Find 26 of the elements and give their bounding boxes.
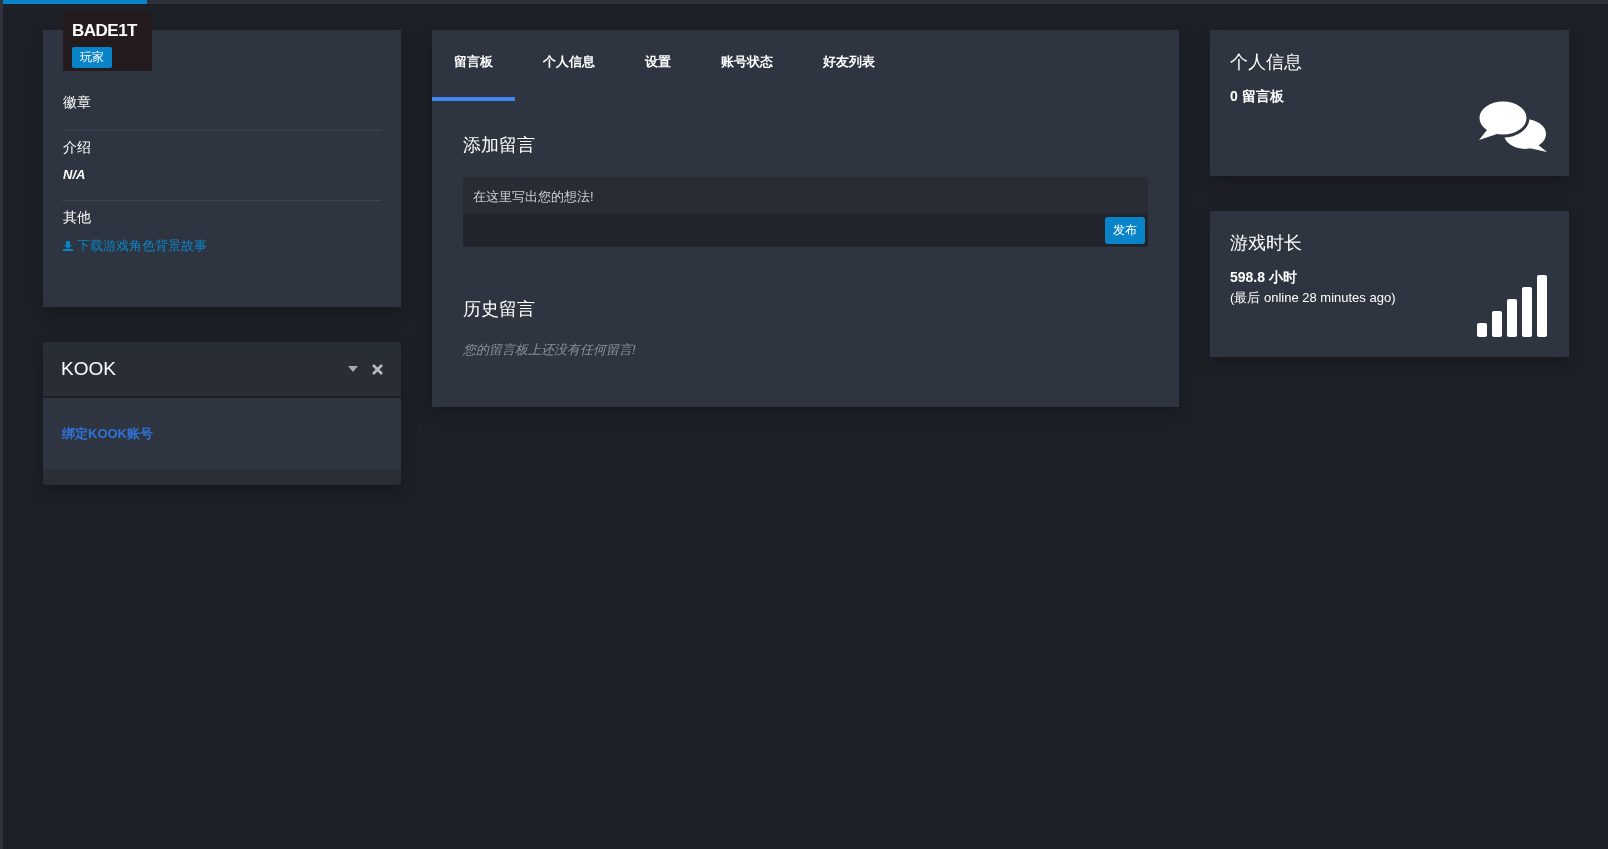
stat-value: 0 留言板 xyxy=(1230,88,1285,106)
card-title: 游戏时长 xyxy=(1230,232,1303,255)
player-name: BADE1T xyxy=(72,21,137,41)
close-icon[interactable] xyxy=(372,363,383,375)
section-title: 其他 xyxy=(63,209,91,227)
card-title: 个人信息 xyxy=(1230,51,1302,74)
section-title: 介绍 xyxy=(63,139,91,157)
tab[interactable]: 个人信息 xyxy=(521,30,617,101)
download-icon xyxy=(63,241,73,251)
tab[interactable]: 账号状态 xyxy=(699,30,795,101)
panel-title: KOOK xyxy=(61,358,117,380)
tab[interactable]: 设置 xyxy=(623,30,693,101)
signal-bars-icon xyxy=(1477,275,1549,337)
role-badge: 玩家 xyxy=(72,47,112,68)
stat-value: 598.8 小时 xyxy=(1230,269,1298,287)
section-heading: 历史留言 xyxy=(463,298,536,321)
empty-message: 您的留言板上还没有任何留言! xyxy=(463,341,637,359)
tab[interactable]: 好友列表 xyxy=(801,30,897,101)
caret-icon[interactable] xyxy=(348,366,358,372)
tab[interactable]: 留言板 xyxy=(432,30,515,101)
section-heading: 添加留言 xyxy=(463,134,536,157)
last-online-text: (最后 online 28 minutes ago) xyxy=(1230,289,1396,307)
post-button[interactable]: 发布 xyxy=(1105,217,1145,244)
comment-editor[interactable]: 在这里写出您的想法! 发布 xyxy=(463,177,1148,247)
intro-text: N/A xyxy=(63,167,86,182)
section-title: 徽章 xyxy=(63,94,91,112)
